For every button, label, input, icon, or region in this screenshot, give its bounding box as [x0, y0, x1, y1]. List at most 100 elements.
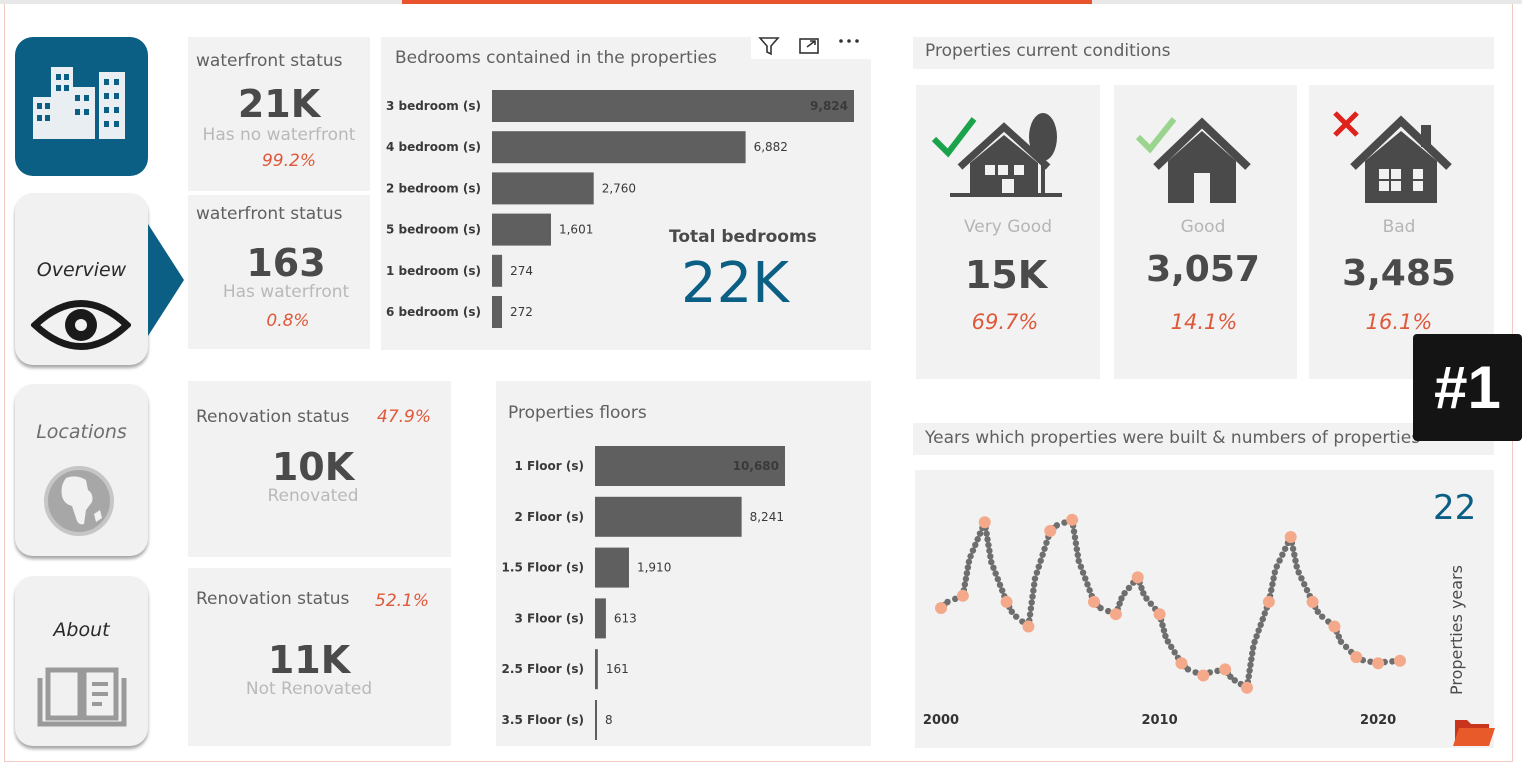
condition-label: Very Good — [964, 217, 1052, 237]
card-title: Renovation status — [196, 589, 350, 609]
line-dot — [1143, 595, 1150, 602]
condition-label: Bad — [1382, 217, 1416, 237]
open-book-icon — [37, 667, 127, 727]
waterfront-yes-card: waterfront status 163 Has waterfront 0.8… — [188, 195, 370, 349]
bar-category-label: 2 bedroom (s) — [386, 181, 481, 195]
line-dot — [996, 581, 1004, 589]
nav-locations-button[interactable]: Locations — [15, 384, 148, 556]
data-point — [1022, 620, 1035, 633]
line-dot — [1279, 551, 1286, 558]
data-point — [1372, 657, 1385, 670]
filter-icon[interactable] — [757, 35, 781, 57]
line-dot — [999, 587, 1006, 594]
more-options-icon[interactable] — [835, 35, 863, 57]
condition-value: 3,485 — [1342, 253, 1456, 294]
data-point — [1044, 524, 1057, 537]
folder-icon[interactable] — [1453, 714, 1495, 748]
line-dot — [1030, 587, 1037, 594]
line-dot — [1276, 557, 1283, 564]
line-dot — [1295, 569, 1302, 576]
eye-icon — [31, 300, 131, 350]
bedrooms-chart-panel: Bedrooms contained in the properties 3 b… — [381, 33, 871, 350]
years-chart-panel: 2000 2010 2020 22 Properties years — [915, 470, 1495, 748]
bar-value-label: 161 — [606, 662, 629, 676]
line-dot — [1261, 610, 1268, 617]
line-dot — [1270, 575, 1277, 582]
line-dot — [1079, 569, 1087, 576]
nav-overview-label: Overview — [36, 259, 127, 281]
data-point — [1350, 651, 1363, 664]
line-dot — [1073, 545, 1081, 553]
years-title: Years which properties were built & numb… — [925, 428, 1421, 448]
line-dot — [1026, 611, 1034, 618]
globe-icon — [44, 466, 114, 536]
years-header: Years which properties were built & numb… — [913, 423, 1494, 455]
kpi-percent: 0.8% — [266, 311, 310, 331]
bar — [492, 296, 503, 328]
kpi-value: 21K — [237, 82, 321, 126]
data-point — [978, 516, 991, 529]
years-line-chart: 2000 2010 2020 — [923, 513, 1406, 728]
house-tree-icon — [931, 113, 1062, 197]
data-point — [1175, 657, 1188, 670]
line-dot — [994, 575, 1002, 583]
condition-card-good: Good 3,057 14.1% — [1114, 85, 1297, 379]
line-dot — [1033, 569, 1041, 576]
bar-value-label: 2,760 — [602, 181, 636, 195]
line-dot — [1168, 643, 1175, 651]
kpi-percent: 99.2% — [261, 151, 316, 171]
visual-toolbar — [751, 33, 871, 59]
line-dot — [1028, 599, 1035, 606]
line-dot — [1027, 605, 1035, 612]
floors-bar-chart: 1 Floor (s) 10,680 2 Floor (s) 8,241 1.5 Flo… — [502, 446, 785, 740]
data-point — [1394, 654, 1406, 667]
focus-mode-icon[interactable] — [797, 35, 821, 57]
kpi-label: Has no waterfront — [202, 125, 356, 145]
line-dot — [1031, 575, 1039, 582]
line-dot — [969, 547, 977, 554]
line-dot — [965, 558, 973, 566]
kpi-value: 163 — [246, 241, 326, 285]
line-dot — [1077, 563, 1085, 570]
line-dot — [972, 541, 979, 549]
nav-locations-label: Locations — [36, 421, 127, 443]
bar-category-label: 2 Floor (s) — [514, 510, 584, 524]
line-dot — [1273, 563, 1281, 570]
line-dot — [1289, 545, 1297, 552]
data-point — [1262, 595, 1275, 608]
condition-card-very-good: Very Good 15K 69.7% — [916, 85, 1100, 379]
condition-percent: 16.1% — [1365, 310, 1433, 334]
line-dot — [1162, 632, 1169, 640]
bar-category-label: 3 Floor (s) — [514, 611, 584, 625]
data-point — [1000, 595, 1013, 608]
nav-overview-button[interactable]: Overview — [15, 193, 148, 365]
bar-category-label: 6 bedroom (s) — [386, 305, 481, 319]
line-dot — [1248, 655, 1255, 663]
condition-percent: 14.1% — [1170, 310, 1238, 334]
kpi-label: Has waterfront — [222, 282, 350, 302]
slide-number-badge: #1 — [1413, 334, 1522, 441]
kpi-percent: 47.9% — [377, 407, 432, 427]
bar-value-label: 1,910 — [637, 561, 671, 575]
line-dot — [1247, 661, 1254, 669]
condition-label: Good — [1180, 217, 1226, 237]
line-dot — [1251, 638, 1258, 646]
bar-category-label: 2.5 Floor (s) — [502, 662, 584, 676]
line-dot — [963, 569, 971, 577]
line-dot — [1246, 667, 1253, 674]
data-point — [1197, 669, 1210, 682]
house-check-icon — [1135, 117, 1251, 203]
nav-about-button[interactable]: About — [15, 576, 148, 746]
bar — [492, 90, 854, 122]
x-tick-label: 2010 — [1141, 713, 1177, 728]
bar — [595, 598, 606, 639]
card-title: waterfront status — [196, 204, 343, 224]
data-point — [1109, 608, 1122, 621]
line-dot — [987, 553, 994, 560]
bar — [595, 496, 742, 537]
line-dot — [1030, 581, 1038, 588]
bar — [492, 213, 551, 246]
line-dot — [1269, 581, 1276, 588]
line-dot — [1043, 539, 1050, 546]
line-dot — [1255, 627, 1262, 634]
